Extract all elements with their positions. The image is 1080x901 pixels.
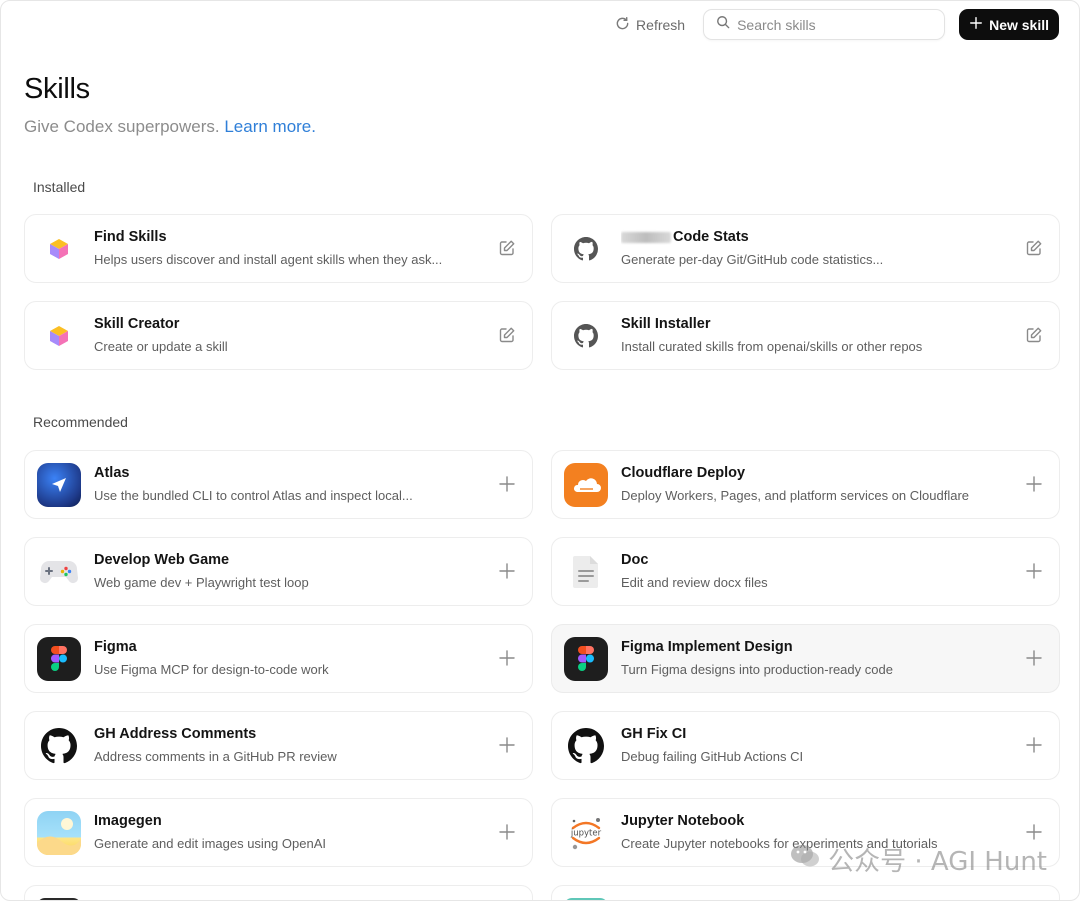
github-icon bbox=[37, 724, 81, 768]
skill-name: Skill Creator bbox=[94, 316, 180, 332]
add-icon[interactable] bbox=[498, 823, 516, 841]
skill-card-partial[interactable] bbox=[24, 885, 533, 900]
refresh-icon bbox=[615, 16, 630, 34]
skill-description: Turn Figma designs into production-ready… bbox=[621, 662, 893, 677]
cube-icon bbox=[37, 314, 81, 358]
skill-card[interactable]: Doc Edit and review docx files bbox=[551, 537, 1060, 606]
jupyter-icon: jupyter bbox=[564, 811, 608, 855]
add-icon[interactable] bbox=[1025, 475, 1043, 493]
plus-icon bbox=[969, 16, 983, 33]
add-icon[interactable] bbox=[1025, 649, 1043, 667]
skill-description: Debug failing GitHub Actions CI bbox=[621, 749, 804, 764]
github-icon bbox=[564, 724, 608, 768]
add-icon[interactable] bbox=[498, 562, 516, 580]
skill-card[interactable]: Atlas Use the bundled CLI to control Atl… bbox=[24, 450, 533, 519]
learn-more-link[interactable]: Learn more. bbox=[224, 117, 316, 136]
skill-card[interactable]: Find Skills Helps users discover and ins… bbox=[24, 214, 533, 283]
subtitle-text: Give Codex superpowers. bbox=[24, 117, 220, 136]
cube-icon bbox=[37, 227, 81, 271]
github-icon bbox=[564, 227, 608, 271]
section-installed-label: Installed bbox=[33, 179, 86, 195]
atlas-icon bbox=[37, 463, 81, 507]
skill-card[interactable]: Code Stats Generate per-day Git/GitHub c… bbox=[551, 214, 1060, 283]
redacted-text bbox=[621, 231, 671, 243]
skill-description: Use the bundled CLI to control Atlas and… bbox=[94, 488, 413, 503]
refresh-button[interactable]: Refresh bbox=[611, 16, 689, 34]
skill-card[interactable]: Imagegen Generate and edit images using … bbox=[24, 798, 533, 867]
skill-name: Jupyter Notebook bbox=[621, 813, 745, 829]
new-skill-label: New skill bbox=[989, 16, 1049, 33]
skill-description: Generate per-day Git/GitHub code statist… bbox=[621, 252, 884, 267]
add-icon[interactable] bbox=[498, 475, 516, 493]
new-skill-button[interactable]: New skill bbox=[959, 9, 1059, 40]
skill-description: Address comments in a GitHub PR review bbox=[94, 749, 337, 764]
jupyter-icon-text: jupyter bbox=[570, 829, 602, 839]
image-icon bbox=[37, 811, 81, 855]
document-icon bbox=[564, 550, 608, 594]
skill-card[interactable]: Cloudflare Deploy Deploy Workers, Pages,… bbox=[551, 450, 1060, 519]
add-icon[interactable] bbox=[1025, 736, 1043, 754]
skill-description: Helps users discover and install agent s… bbox=[94, 252, 443, 267]
skill-name: Atlas bbox=[94, 465, 130, 481]
add-icon[interactable] bbox=[498, 649, 516, 667]
section-recommended-label: Recommended bbox=[33, 414, 128, 430]
edit-icon[interactable] bbox=[1025, 239, 1043, 257]
skill-card[interactable]: GH Address Comments Address comments in … bbox=[24, 711, 533, 780]
edit-icon[interactable] bbox=[1025, 326, 1043, 344]
figma-icon bbox=[564, 637, 608, 681]
edit-icon[interactable] bbox=[498, 326, 516, 344]
wechat-icon bbox=[790, 843, 820, 876]
skill-description: Use Figma MCP for design-to-code work bbox=[94, 662, 329, 677]
skill-description: Edit and review docx files bbox=[621, 575, 768, 590]
skill-name: GH Address Comments bbox=[94, 726, 257, 742]
figma-icon bbox=[37, 637, 81, 681]
skill-card[interactable]: GH Fix CI Debug failing GitHub Actions C… bbox=[551, 711, 1060, 780]
skill-name: Figma bbox=[94, 639, 137, 655]
cloudflare-icon bbox=[564, 463, 608, 507]
gamepad-icon bbox=[37, 550, 81, 594]
edit-icon[interactable] bbox=[498, 239, 516, 257]
skill-description: Install curated skills from openai/skill… bbox=[621, 339, 923, 354]
add-icon[interactable] bbox=[1025, 823, 1043, 841]
add-icon[interactable] bbox=[498, 736, 516, 754]
skill-name: Imagegen bbox=[94, 813, 162, 829]
skills-window: Refresh New skill Skills Give Codex supe… bbox=[0, 0, 1080, 901]
skill-name: Develop Web Game bbox=[94, 552, 230, 568]
add-icon[interactable] bbox=[1025, 562, 1043, 580]
skill-card[interactable]: Skill Installer Install curated skills f… bbox=[551, 301, 1060, 370]
refresh-label: Refresh bbox=[636, 16, 686, 33]
search-icon bbox=[716, 15, 730, 34]
skill-name: Figma Implement Design bbox=[621, 639, 793, 655]
page-subtitle: Give Codex superpowers. Learn more. bbox=[24, 117, 316, 137]
skill-name: Doc bbox=[621, 552, 649, 568]
watermark-text: 公众号 · AGI Hunt bbox=[828, 847, 1047, 877]
skill-name: Skill Installer bbox=[621, 316, 711, 332]
skill-card-partial[interactable] bbox=[551, 885, 1060, 900]
skill-card[interactable]: Skill Creator Create or update a skill bbox=[24, 301, 533, 370]
toolbar: Refresh New skill bbox=[611, 9, 1059, 40]
skill-name: Code Stats bbox=[673, 229, 749, 245]
skill-description: Create or update a skill bbox=[94, 339, 228, 354]
skill-name: Cloudflare Deploy bbox=[621, 465, 746, 481]
search-box[interactable] bbox=[703, 9, 946, 40]
skill-card[interactable]: Develop Web Game Web game dev + Playwrig… bbox=[24, 537, 533, 606]
skill-description: Deploy Workers, Pages, and platform serv… bbox=[621, 488, 970, 503]
skill-card[interactable]: Figma Use Figma MCP for design-to-code w… bbox=[24, 624, 533, 693]
search-input[interactable] bbox=[737, 16, 928, 33]
watermark: 公众号 · AGI Hunt bbox=[790, 841, 1047, 878]
skill-card[interactable]: Figma Implement Design Turn Figma design… bbox=[551, 624, 1060, 693]
page-title: Skills bbox=[24, 73, 90, 105]
skill-description: Generate and edit images using OpenAI bbox=[94, 836, 326, 851]
skill-name: Find Skills bbox=[94, 229, 167, 245]
skill-description: Web game dev + Playwright test loop bbox=[94, 575, 309, 590]
github-icon bbox=[564, 314, 608, 358]
skill-name: GH Fix CI bbox=[621, 726, 687, 742]
